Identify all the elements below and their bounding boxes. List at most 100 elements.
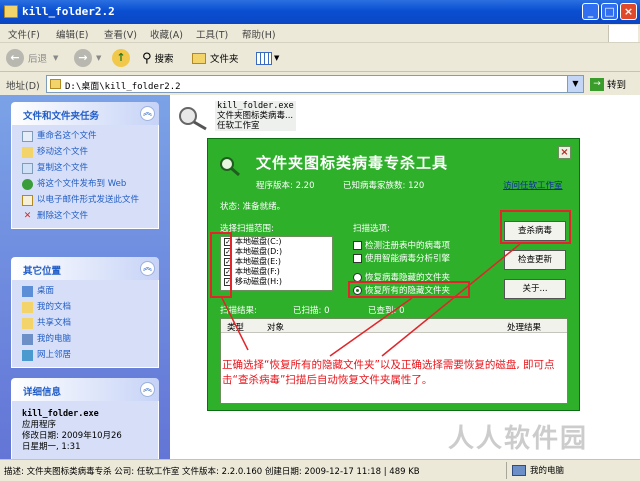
annotation-text: 正确选择“恢复所有的隐藏文件夹”以及正确选择需要恢复的磁盘, 即可点击“查杀病毒… [222, 359, 555, 386]
copy-icon [22, 163, 33, 174]
folder-icon [4, 5, 18, 18]
collapse-icon[interactable]: ︽ [140, 382, 155, 397]
address-bar: 地址(D) D:\桌面\kill_folder2.2 ▼ → 转到 [0, 73, 640, 95]
place-network-label: 网上邻居 [37, 350, 72, 360]
menu-bar: 文件(F) 编辑(E) 查看(V) 收藏(A) 工具(T) 帮助(H) [0, 24, 640, 43]
col-result: 处理结果 [507, 323, 542, 333]
place-my-documents[interactable]: 我的文档 [22, 302, 158, 313]
forward-button[interactable]: → ▼ [74, 48, 101, 68]
option-smart-engine[interactable]: ✓ 使用智能病毒分析引擎 [353, 252, 450, 264]
col-object: 对象 [267, 323, 285, 333]
place-desktop[interactable]: 桌面 [22, 286, 158, 297]
task-copy-label: 复制这个文件 [37, 163, 89, 173]
collapse-icon[interactable]: ︽ [140, 261, 155, 276]
address-input[interactable]: D:\桌面\kill_folder2.2 ▼ [46, 75, 584, 93]
drive-list[interactable]: ✓ 本地磁盘(C:) ✓ 本地磁盘(D:) ✓ 本地磁盘(E:) ✓ 本地磁盘(F:) … [220, 236, 333, 291]
app-version: 程序版本: 2.20 [256, 181, 315, 191]
menu-tools[interactable]: 工具(T) [196, 27, 228, 41]
task-publish[interactable]: 将这个文件发布到 Web [22, 179, 158, 190]
views-button[interactable]: ▼ [256, 48, 279, 68]
drive-item[interactable]: ✓ 移动磁盘(H:) [221, 277, 332, 287]
folders-icon [192, 52, 206, 64]
file-tasks-list: 重命名这个文件 移动这个文件 复制这个文件 将这个文件发布到 Web 以电子邮件… [11, 125, 159, 229]
about-button[interactable]: 关于... [504, 279, 566, 299]
close-button[interactable]: × [620, 3, 637, 20]
scan-button-highlight-box [500, 210, 571, 244]
status-separator [506, 462, 507, 479]
scan-result-label: 扫描结果: [220, 306, 257, 316]
place-desktop-label: 桌面 [37, 286, 55, 296]
task-delete[interactable]: ✕ 删除这个文件 [22, 211, 158, 222]
maximize-button[interactable]: □ [601, 3, 618, 20]
address-label: 地址(D) [6, 81, 40, 92]
details-header[interactable]: 详细信息 ︽ [11, 378, 159, 401]
search-label: 搜索 [154, 54, 174, 65]
status-text: 描述: 文件夹图标类病毒专杀 公司: 任软工作室 文件版本: 2.2.0.160… [4, 467, 420, 477]
drives-highlight-box [210, 232, 232, 298]
status-zone: 我的电脑 [512, 464, 564, 476]
task-rename[interactable]: 重命名这个文件 [22, 131, 158, 142]
menu-help[interactable]: 帮助(H) [242, 27, 276, 41]
other-places-header[interactable]: 其它位置 ︽ [11, 257, 159, 280]
place-shared-documents[interactable]: 共享文档 [22, 318, 158, 329]
task-email[interactable]: 以电子邮件形式发送此文件 [22, 195, 158, 206]
computer-icon [512, 464, 526, 476]
drive-item[interactable]: ✓ 本地磁盘(F:) [221, 267, 332, 277]
file-tasks-title: 文件和文件夹任务 [23, 111, 100, 122]
checkbox-checked-icon[interactable]: ✓ [353, 253, 362, 263]
details-modified: 修改日期: 2009年10月26 [22, 431, 122, 441]
drive-item[interactable]: ✓ 本地磁盘(E:) [221, 257, 332, 267]
menu-edit[interactable]: 编辑(E) [56, 27, 88, 41]
task-delete-label: 删除这个文件 [37, 211, 89, 221]
file-tasks-header[interactable]: 文件和文件夹任务 ︽ [11, 102, 159, 125]
details-body: kill_folder.exe 应用程序 修改日期: 2009年10月26 日星… [11, 401, 159, 459]
move-icon [22, 147, 33, 158]
my-documents-icon [22, 302, 33, 313]
folders-label: 文件夹 [210, 54, 239, 65]
up-button[interactable]: ↑ [112, 48, 130, 68]
collapse-icon[interactable]: ︽ [140, 106, 155, 121]
go-arrow-icon: → [590, 77, 604, 91]
chevron-down-icon: ▼ [53, 54, 59, 62]
option-smart-engine-label: 使用智能病毒分析引擎 [365, 254, 451, 264]
chevron-down-icon: ▼ [96, 54, 102, 62]
file-item[interactable]: kill_folder.exe 文件夹图标类病毒... 任软工作室 [215, 101, 296, 131]
other-places-panel: 其它位置 ︽ 桌面 我的文档 共享文档 我的电脑 网上邻居 [11, 257, 159, 368]
drive-label: 本地磁盘(C:) [235, 237, 282, 246]
menu-favorites[interactable]: 收藏(A) [150, 27, 183, 41]
back-arrow-icon: ← [6, 49, 24, 67]
menu-file[interactable]: 文件(F) [8, 27, 40, 41]
details-title: 详细信息 [23, 387, 62, 398]
task-copy[interactable]: 复制这个文件 [22, 163, 158, 174]
task-move[interactable]: 移动这个文件 [22, 147, 158, 158]
address-dropdown-button[interactable]: ▼ [567, 76, 583, 92]
shared-documents-icon [22, 318, 33, 329]
option-registry[interactable]: ✓ 检测注册表中的病毒项 [353, 239, 450, 251]
folder-icon [50, 79, 61, 89]
checkbox-checked-icon[interactable]: ✓ [353, 240, 362, 250]
folder-up-icon: ↑ [112, 49, 130, 67]
go-button[interactable]: → 转到 [590, 77, 626, 91]
app-close-button[interactable]: × [558, 146, 571, 159]
minimize-button[interactable]: _ [582, 3, 599, 20]
globe-icon [22, 179, 33, 190]
check-update-button[interactable]: 检查更新 [504, 250, 566, 270]
folders-button[interactable]: 文件夹 [192, 48, 239, 68]
search-button[interactable]: ⚲ 搜索 [142, 48, 174, 68]
drive-item[interactable]: ✓ 本地磁盘(D:) [221, 247, 332, 257]
menu-view[interactable]: 查看(V) [104, 27, 137, 41]
drive-item[interactable]: ✓ 本地磁盘(C:) [221, 237, 332, 247]
visit-website-link[interactable]: 访问任软工作室 [503, 179, 563, 191]
details-modified-time: 日星期一, 1:31 [22, 442, 81, 452]
drive-label: 本地磁盘(E:) [235, 257, 281, 266]
app-status: 状态: 准备就绪。 [220, 202, 286, 212]
scan-options-label: 扫描选项: [353, 224, 390, 234]
back-button[interactable]: ← 后退 ▼ [6, 48, 58, 68]
place-network[interactable]: 网上邻居 [22, 350, 158, 361]
place-my-computer[interactable]: 我的电脑 [22, 334, 158, 345]
results-header: 类型 对象 处理结果 [221, 319, 567, 333]
windows-logo-icon [608, 25, 638, 42]
status-computer-label: 我的电脑 [530, 466, 565, 476]
window-title: kill_folder2.2 [22, 5, 115, 18]
window-titlebar[interactable]: kill_folder2.2 _ □ × [0, 0, 640, 24]
